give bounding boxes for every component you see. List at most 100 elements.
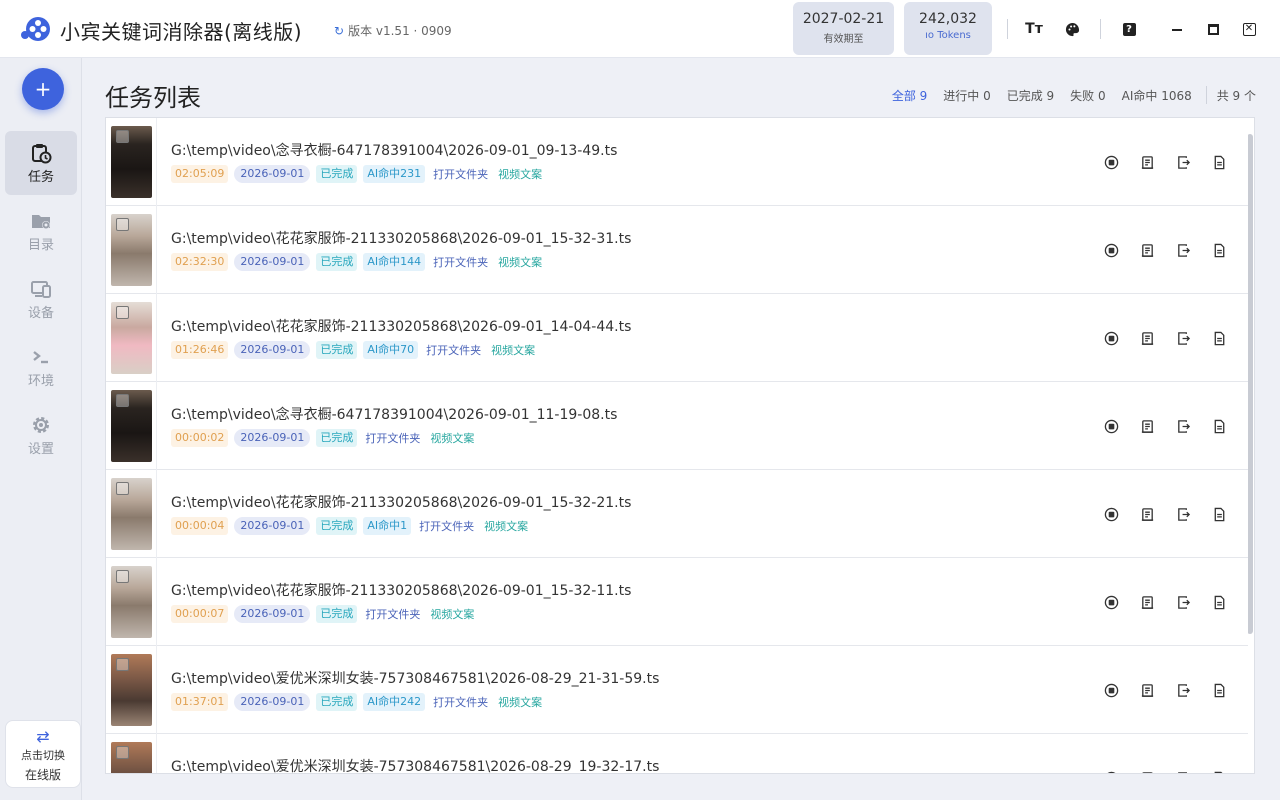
subtitle-icon[interactable] [1138,681,1156,699]
task-row[interactable]: G:\temp\video\花花家服饰-211330205868\2026-09… [106,294,1248,382]
row-checkbox[interactable] [116,746,129,759]
video-text-link[interactable]: 视频文案 [428,430,476,446]
stop-icon[interactable] [1102,681,1120,699]
subtitle-icon[interactable] [1138,769,1156,773]
task-row[interactable]: G:\temp\video\念寻衣橱-647178391004\2026-09-… [106,382,1248,470]
export-icon[interactable] [1174,153,1192,171]
task-row[interactable]: G:\temp\video\花花家服饰-211330205868\2026-09… [106,558,1248,646]
video-thumbnail[interactable] [111,566,152,638]
refresh-icon[interactable]: ↻ [334,24,344,38]
tokens-box[interactable]: 242,032 ıo Tokens [904,2,992,55]
row-checkbox[interactable] [116,218,129,231]
duration-badge: 00:00:07 [171,605,229,623]
open-folder-link[interactable]: 打开文件夹 [424,342,483,358]
subtitle-icon[interactable] [1138,329,1156,347]
toolbar-divider [1100,19,1101,39]
filter-ai-hits[interactable]: AI命中 1068 [1122,87,1192,104]
task-row[interactable]: G:\temp\video\花花家服饰-211330205868\2026-09… [106,206,1248,294]
maximize-button[interactable] [1202,18,1224,40]
video-text-link[interactable]: 视频文案 [496,694,544,710]
font-size-button[interactable]: Tт [1023,18,1045,40]
export-icon[interactable] [1174,593,1192,611]
subtitle-icon[interactable] [1138,417,1156,435]
document-icon[interactable] [1210,329,1228,347]
document-icon[interactable] [1210,593,1228,611]
stop-icon[interactable] [1102,329,1120,347]
add-task-button[interactable]: + [22,68,64,110]
video-thumbnail[interactable] [111,478,152,550]
open-folder-link[interactable]: 打开文件夹 [431,254,490,270]
row-checkbox[interactable] [116,570,129,583]
video-thumbnail[interactable] [111,654,152,726]
video-thumbnail[interactable] [111,214,152,286]
task-row[interactable]: G:\temp\video\爱优米深圳女装-757308467581\2026-… [106,734,1248,773]
video-thumbnail[interactable] [111,302,152,374]
document-icon[interactable] [1210,241,1228,259]
minimize-button[interactable] [1166,18,1188,40]
subtitle-icon[interactable] [1138,153,1156,171]
filter-running[interactable]: 进行中 0 [943,87,990,104]
row-checkbox[interactable] [116,394,129,407]
row-checkbox[interactable] [116,482,129,495]
subtitle-icon[interactable] [1138,593,1156,611]
filter-failed[interactable]: 失败 0 [1070,87,1105,104]
task-row[interactable]: G:\temp\video\爱优米深圳女装-757308467581\2026-… [106,646,1248,734]
switch-online-button[interactable]: ⇄ 点击切换 在线版 [5,720,81,788]
document-icon[interactable] [1210,505,1228,523]
video-thumbnail[interactable] [111,742,152,773]
close-button[interactable]: ✕ [1238,18,1260,40]
sidebar-item-tasks[interactable]: 任务 [5,131,77,195]
export-icon[interactable] [1174,769,1192,773]
export-icon[interactable] [1174,241,1192,259]
open-folder-link[interactable]: 打开文件夹 [431,694,490,710]
task-row[interactable]: G:\temp\video\念寻衣橱-647178391004\2026-09-… [106,118,1248,206]
row-checkbox[interactable] [116,306,129,319]
terminal-icon [33,351,48,364]
export-icon[interactable] [1174,329,1192,347]
video-text-link[interactable]: 视频文案 [496,166,544,182]
document-icon[interactable] [1210,417,1228,435]
open-folder-link[interactable]: 打开文件夹 [363,606,422,622]
video-thumbnail[interactable] [111,126,152,198]
filter-done[interactable]: 已完成 9 [1007,87,1054,104]
open-folder-link[interactable]: 打开文件夹 [363,430,422,446]
export-icon[interactable] [1174,681,1192,699]
thumbnail-divider [156,558,157,646]
video-thumbnail[interactable] [111,390,152,462]
export-icon[interactable] [1174,505,1192,523]
stop-icon[interactable] [1102,769,1120,773]
date-badge: 2026-09-01 [234,517,311,535]
subtitle-icon[interactable] [1138,241,1156,259]
video-text-link[interactable]: 视频文案 [428,606,476,622]
sidebar-item-settings[interactable]: 设置 [5,403,77,467]
date-badge: 2026-09-01 [234,693,311,711]
sidebar-item-directory[interactable]: 目录 [5,199,77,263]
filter-all[interactable]: 全部 9 [892,87,927,104]
help-button[interactable]: ? [1118,18,1140,40]
document-icon[interactable] [1210,153,1228,171]
row-actions [1102,505,1228,523]
export-icon[interactable] [1174,417,1192,435]
stop-icon[interactable] [1102,417,1120,435]
video-text-link[interactable]: 视频文案 [482,518,530,534]
open-folder-link[interactable]: 打开文件夹 [417,518,476,534]
status-badge: 已完成 [316,605,358,623]
row-checkbox[interactable] [116,130,129,143]
sidebar-item-devices[interactable]: 设备 [5,267,77,331]
document-icon[interactable] [1210,769,1228,773]
version-text: 版本 v1.51 · 0909 [348,24,452,38]
subtitle-icon[interactable] [1138,505,1156,523]
maximize-icon [1207,23,1219,35]
document-icon[interactable] [1210,681,1228,699]
open-folder-link[interactable]: 打开文件夹 [431,166,490,182]
theme-button[interactable] [1061,18,1083,40]
stop-icon[interactable] [1102,153,1120,171]
stop-icon[interactable] [1102,505,1120,523]
video-text-link[interactable]: 视频文案 [496,254,544,270]
task-row[interactable]: G:\temp\video\花花家服饰-211330205868\2026-09… [106,470,1248,558]
row-checkbox[interactable] [116,658,129,671]
sidebar-item-environment[interactable]: 环境 [5,335,77,399]
stop-icon[interactable] [1102,593,1120,611]
stop-icon[interactable] [1102,241,1120,259]
video-text-link[interactable]: 视频文案 [489,342,537,358]
